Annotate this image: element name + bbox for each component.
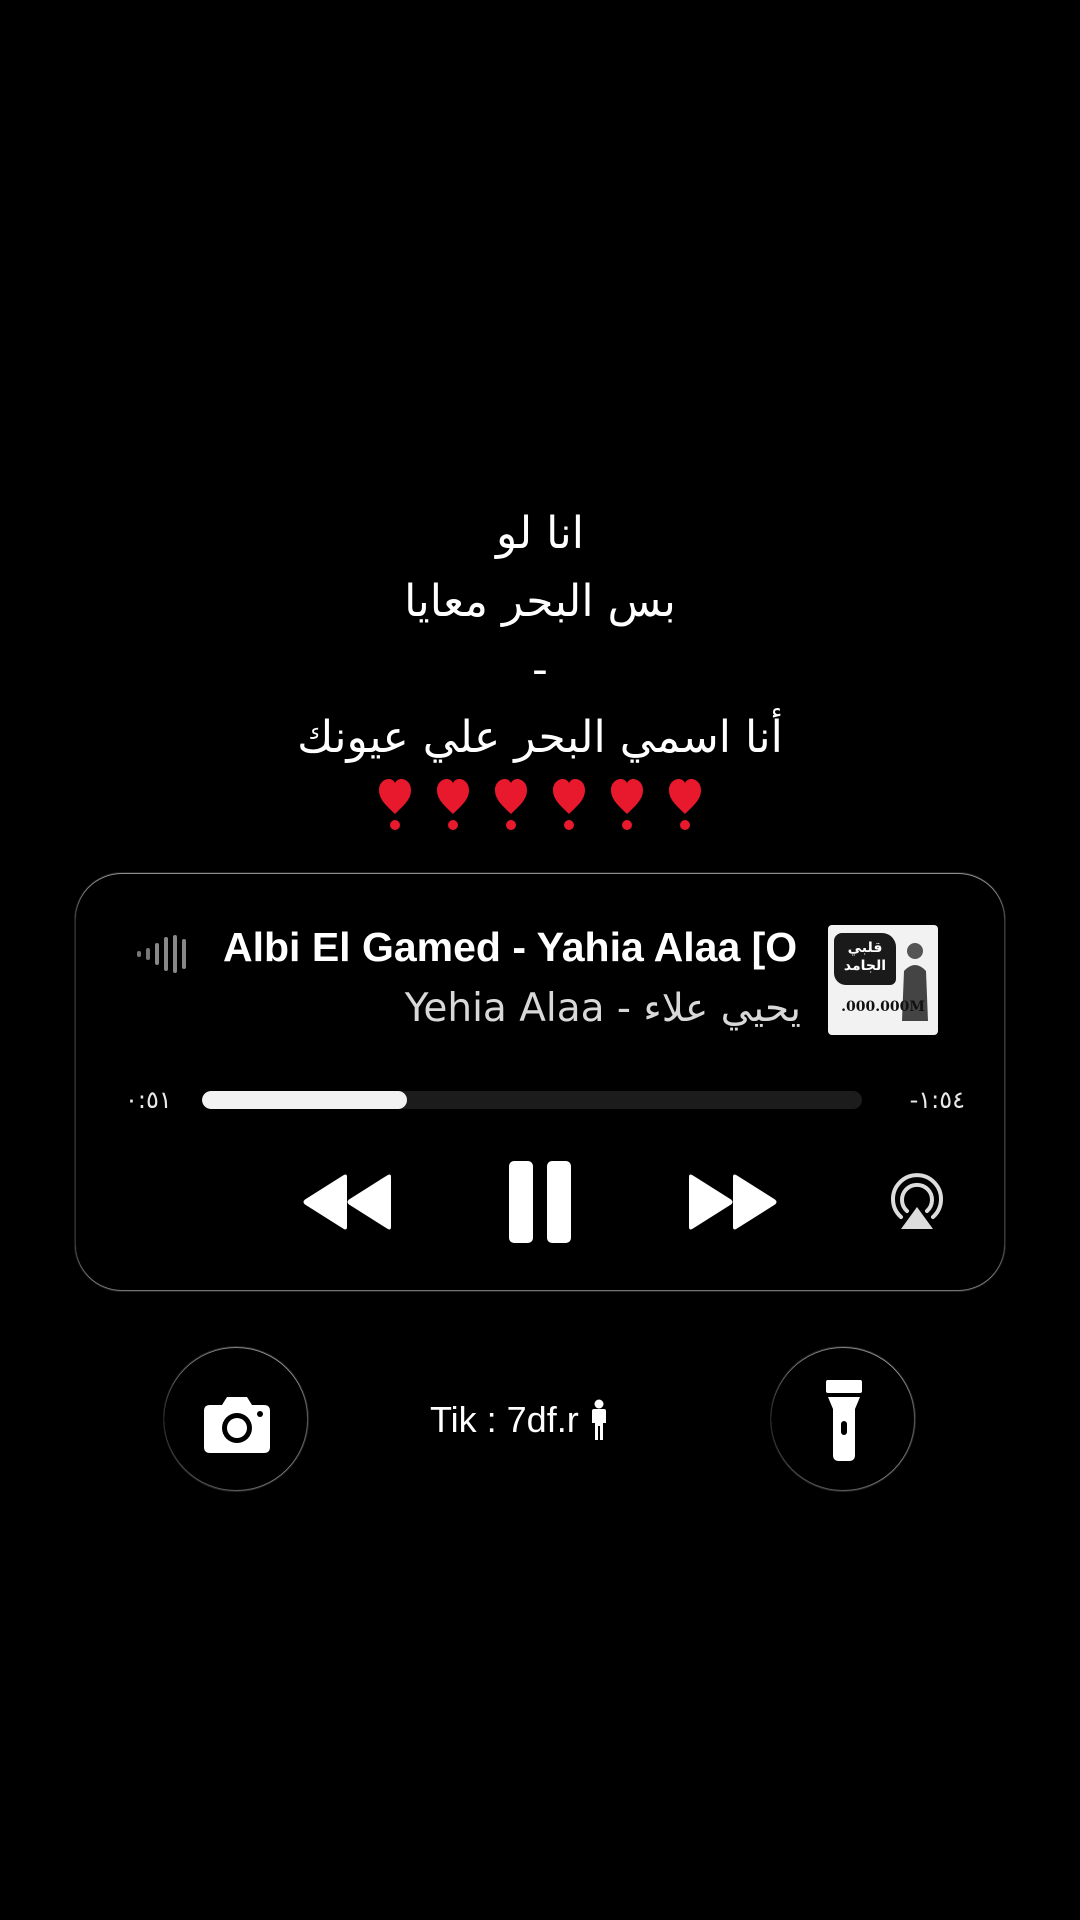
artwork-logo-text: قلبي الجامد [843, 940, 887, 974]
elapsed-time: ٠:٥١ [125, 1086, 172, 1114]
person-standing-icon [591, 1399, 606, 1440]
airplay-audio-icon[interactable] [887, 1173, 947, 1231]
heart-exclamation-icon [611, 779, 643, 830]
song-title: Albi El Gamed - Yahia Alaa [O [223, 924, 798, 970]
lyrics-block: انا لو بس البحر معايا - أنا اسمي البحر ع… [0, 500, 1080, 832]
song-artist: Yehia Alaa - يحيي علاء [404, 986, 801, 1031]
lyric-line-2: بس البحر معايا [404, 576, 676, 627]
lyric-line-3: - [532, 644, 548, 695]
artwork-views-text: .000.000M [841, 999, 925, 1015]
camera-button[interactable] [163, 1346, 309, 1492]
audio-wave-icon [137, 935, 186, 973]
heart-exclamation-icon [437, 779, 469, 830]
tiktok-handle: Tik : 7df.r [430, 1396, 609, 1444]
lyric-line-1: انا لو [496, 508, 584, 559]
hearts-row [0, 778, 1080, 832]
flashlight-icon [826, 1380, 862, 1461]
heart-exclamation-icon [379, 779, 411, 830]
rewind-icon[interactable] [301, 1173, 395, 1231]
now-playing-card[interactable]: Albi El Gamed - Yahia Alaa [O Yehia Alaa… [74, 872, 1006, 1292]
pause-icon[interactable] [507, 1159, 573, 1245]
lyric-line-4: أنا اسمي البحر علي عيونك [297, 712, 783, 763]
heart-exclamation-icon [495, 779, 527, 830]
handle-text: Tik : 7df.r [430, 1399, 579, 1440]
heart-exclamation-icon [669, 779, 701, 830]
progress-bar[interactable] [202, 1091, 862, 1109]
heart-exclamation-icon [553, 779, 585, 830]
fast-forward-icon[interactable] [685, 1173, 779, 1231]
artwork-logo: قلبي الجامد [834, 933, 896, 985]
remaining-time: -١:٥٤ [909, 1086, 965, 1114]
camera-icon [204, 1397, 270, 1453]
album-artwork: قلبي الجامد .000.000M [828, 925, 938, 1035]
flashlight-button[interactable] [770, 1346, 916, 1492]
progress-fill [202, 1091, 407, 1109]
